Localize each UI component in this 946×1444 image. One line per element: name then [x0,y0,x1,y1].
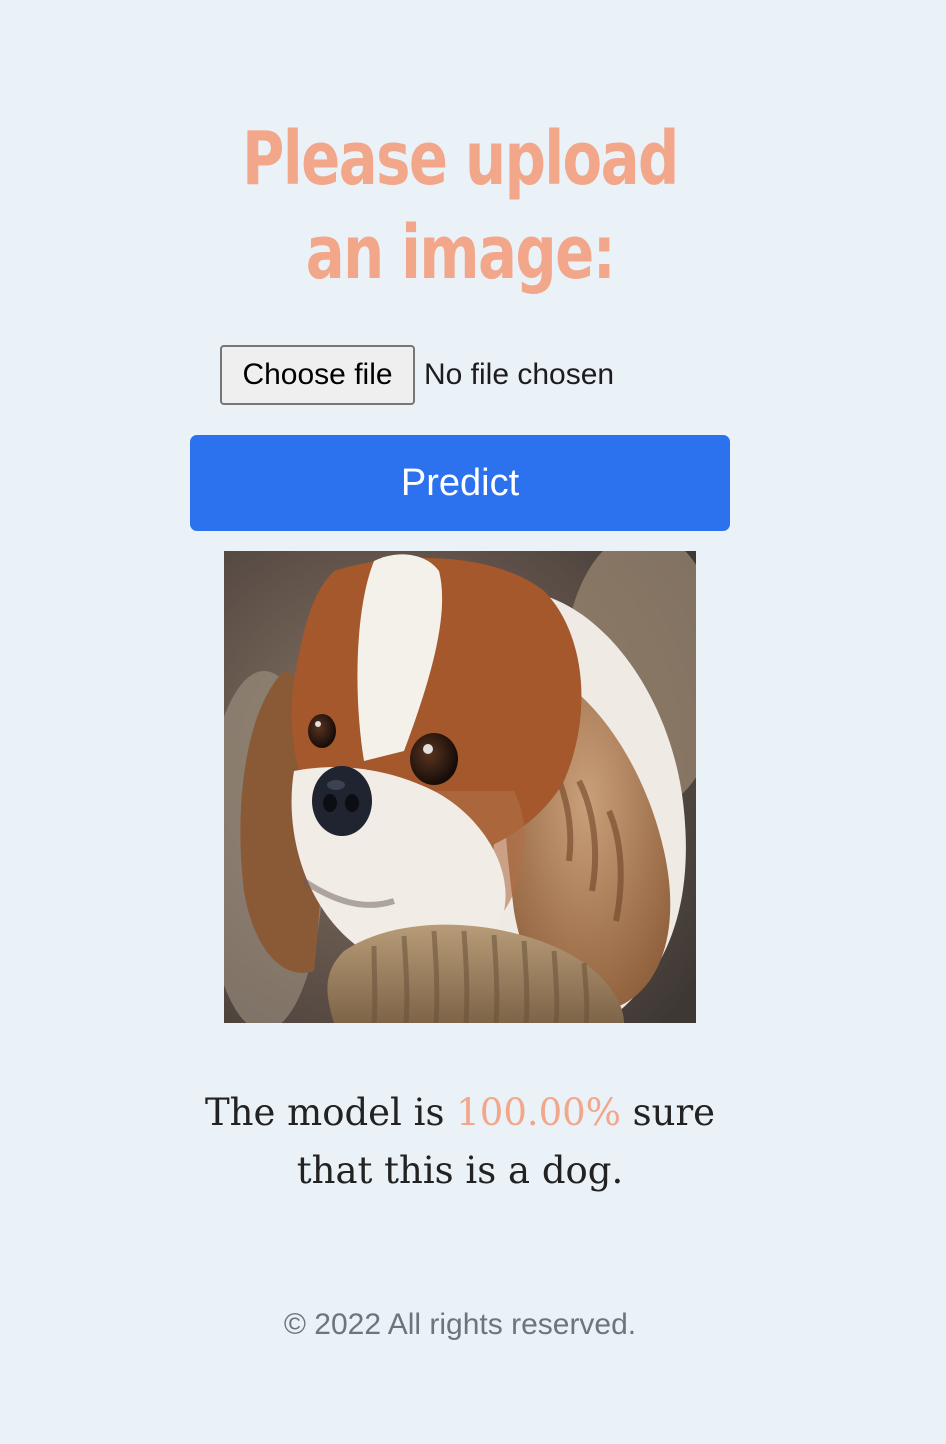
choose-file-button[interactable]: Choose file [220,345,415,405]
page-container: Please upload an image: Choose file No f… [0,0,946,1444]
file-status-text: No file chosen [424,358,615,391]
footer-copyright: © 2022 All rights reserved. [283,1308,637,1341]
prediction-result: The model is 100.00% sure that this is a… [190,1084,730,1200]
confidence-value: 100.00% [456,1091,621,1134]
file-upload-row: Choose file No file chosen [220,345,614,405]
page-title: Please upload an image: [242,116,679,296]
uploaded-dog-image [224,551,696,1023]
result-prefix: The model is [204,1091,445,1134]
predict-button[interactable]: Predict [190,435,730,531]
